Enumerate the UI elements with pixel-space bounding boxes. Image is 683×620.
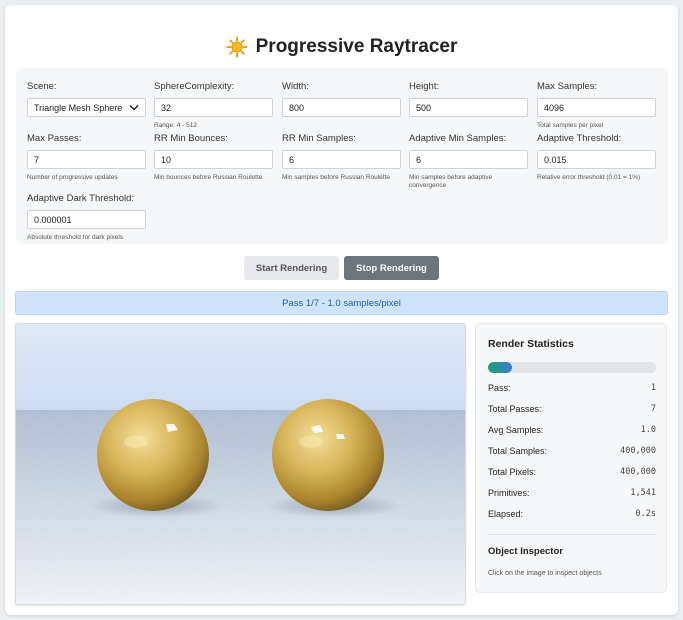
stats-title: Render Statistics xyxy=(488,338,574,350)
max-samples-label: Max Samples: xyxy=(537,81,598,92)
stat-row-total-samples: Total Samples: 400,000 xyxy=(488,444,656,458)
stat-value: 1,541 xyxy=(630,488,656,498)
adaptive-dark-threshold-input[interactable]: 0.000001 xyxy=(27,210,146,229)
stat-value: 7 xyxy=(650,404,656,414)
sphere-complexity-input[interactable]: 32 xyxy=(154,98,273,117)
rr-min-samples-field: RR Min Samples: 6 Min samples before Rus… xyxy=(282,133,403,182)
adaptive-threshold-field: Adaptive Threshold: 0.015 Relative error… xyxy=(537,133,658,182)
adaptive-dark-threshold-field: Adaptive Dark Threshold: 0.000001 Absolu… xyxy=(27,193,148,242)
stat-row-total-pixels: Total Pixels: 400,000 xyxy=(488,465,656,479)
header: Progressive Raytracer xyxy=(5,33,678,61)
render-image[interactable] xyxy=(16,324,466,605)
max-samples-hint: Total samples per pixel xyxy=(537,122,604,129)
width-label: Width: xyxy=(282,81,309,92)
page-title: Progressive Raytracer xyxy=(255,36,458,57)
width-field: Width: 800 xyxy=(282,81,403,117)
sphere-complexity-hint: Range: 4 - 512 xyxy=(154,122,198,129)
scene-select[interactable]: Triangle Mesh Sphere xyxy=(27,98,146,117)
rr-min-samples-label: RR Min Samples: xyxy=(282,133,356,144)
adaptive-threshold-input[interactable]: 0.015 xyxy=(537,150,656,169)
stat-value: 400,000 xyxy=(620,467,656,477)
object-inspector-hint: Click on the image to inspect objects xyxy=(488,570,602,577)
adaptive-dark-threshold-label: Adaptive Dark Threshold: xyxy=(27,193,135,204)
stat-label: Pass: xyxy=(488,383,511,393)
render-canvas[interactable] xyxy=(15,323,466,605)
stat-row-elapsed: Elapsed: 0.2s xyxy=(488,507,656,521)
rr-min-bounces-field: RR Min Bounces: 10 Min bounces before Ru… xyxy=(154,133,275,182)
rr-min-bounces-label: RR Min Bounces: xyxy=(154,133,228,144)
gold-sphere-left[interactable] xyxy=(97,399,209,511)
render-statistics-panel: Render Statistics Pass: 1 Total Passes: … xyxy=(475,323,667,593)
rr-min-samples-input[interactable]: 6 xyxy=(282,150,401,169)
scene-select-value: Triangle Mesh Sphere xyxy=(34,102,123,113)
gold-sphere-right[interactable] xyxy=(272,399,384,511)
adaptive-min-samples-label: Adaptive Min Samples: xyxy=(409,133,507,144)
stat-value: 1 xyxy=(650,383,656,393)
main-card: Progressive Raytracer Scene: Triangle Me… xyxy=(5,5,678,615)
stat-label: Elapsed: xyxy=(488,509,524,519)
max-samples-input[interactable]: 4096 xyxy=(537,98,656,117)
stat-label: Primitives: xyxy=(488,488,530,498)
rr-min-bounces-hint: Min bounces before Russian Roulette xyxy=(154,174,263,181)
width-input[interactable]: 800 xyxy=(282,98,401,117)
adaptive-min-samples-input[interactable]: 6 xyxy=(409,150,528,169)
stat-label: Total Samples: xyxy=(488,446,548,456)
rr-min-samples-hint: Min samples before Russian Roulette xyxy=(282,174,391,181)
max-samples-field: Max Samples: 4096 Total samples per pixe… xyxy=(537,81,658,130)
start-rendering-button[interactable]: Start Rendering xyxy=(244,256,339,280)
adaptive-threshold-hint: Relative error threshold (0.01 = 1%) xyxy=(537,174,641,181)
rr-min-bounces-input[interactable]: 10 xyxy=(154,150,273,169)
height-input[interactable]: 500 xyxy=(409,98,528,117)
stat-value: 1.0 xyxy=(640,425,656,435)
adaptive-min-samples-hint: Min samples before adaptive convergence xyxy=(409,174,493,189)
status-bar: Pass 1/7 - 1.0 samples/pixel xyxy=(15,291,668,315)
stat-label: Avg Samples: xyxy=(488,425,544,435)
height-label: Height: xyxy=(409,81,440,92)
chevron-down-icon xyxy=(129,104,139,111)
settings-panel: Scene: Triangle Mesh Sphere SphereComple… xyxy=(16,68,668,244)
stop-rendering-button[interactable]: Stop Rendering xyxy=(344,256,439,280)
sphere-complexity-field: SphereComplexity: 32 Range: 4 - 512 xyxy=(154,81,275,130)
max-passes-input[interactable]: 7 xyxy=(27,150,146,169)
stat-label: Total Passes: xyxy=(488,404,542,414)
stat-value: 400,000 xyxy=(620,446,656,456)
stat-row-total-passes: Total Passes: 7 xyxy=(488,402,656,416)
height-field: Height: 500 xyxy=(409,81,530,117)
max-passes-field: Max Passes: 7 Number of progressive upda… xyxy=(27,133,148,182)
adaptive-threshold-label: Adaptive Threshold: xyxy=(537,133,622,144)
sun-icon xyxy=(226,36,248,58)
stat-row-avg-samples: Avg Samples: 1.0 xyxy=(488,423,656,437)
stat-row-pass: Pass: 1 xyxy=(488,381,656,395)
sphere-complexity-label: SphereComplexity: xyxy=(154,81,235,92)
max-passes-hint: Number of progressive updates xyxy=(27,174,118,181)
scene-field: Scene: Triangle Mesh Sphere xyxy=(27,81,148,117)
stat-label: Total Pixels: xyxy=(488,467,537,477)
object-inspector-title: Object Inspector xyxy=(488,546,563,557)
stat-value: 0.2s xyxy=(635,509,656,519)
stat-row-primitives: Primitives: 1,541 xyxy=(488,486,656,500)
stats-divider xyxy=(488,534,656,535)
scene-label: Scene: xyxy=(27,81,57,92)
render-progress-fill xyxy=(488,362,512,373)
adaptive-min-samples-field: Adaptive Min Samples: 6 Min samples befo… xyxy=(409,133,530,190)
render-progress-bar xyxy=(488,362,656,373)
adaptive-dark-threshold-hint: Absolute threshold for dark pixels xyxy=(27,234,124,241)
max-passes-label: Max Passes: xyxy=(27,133,82,144)
